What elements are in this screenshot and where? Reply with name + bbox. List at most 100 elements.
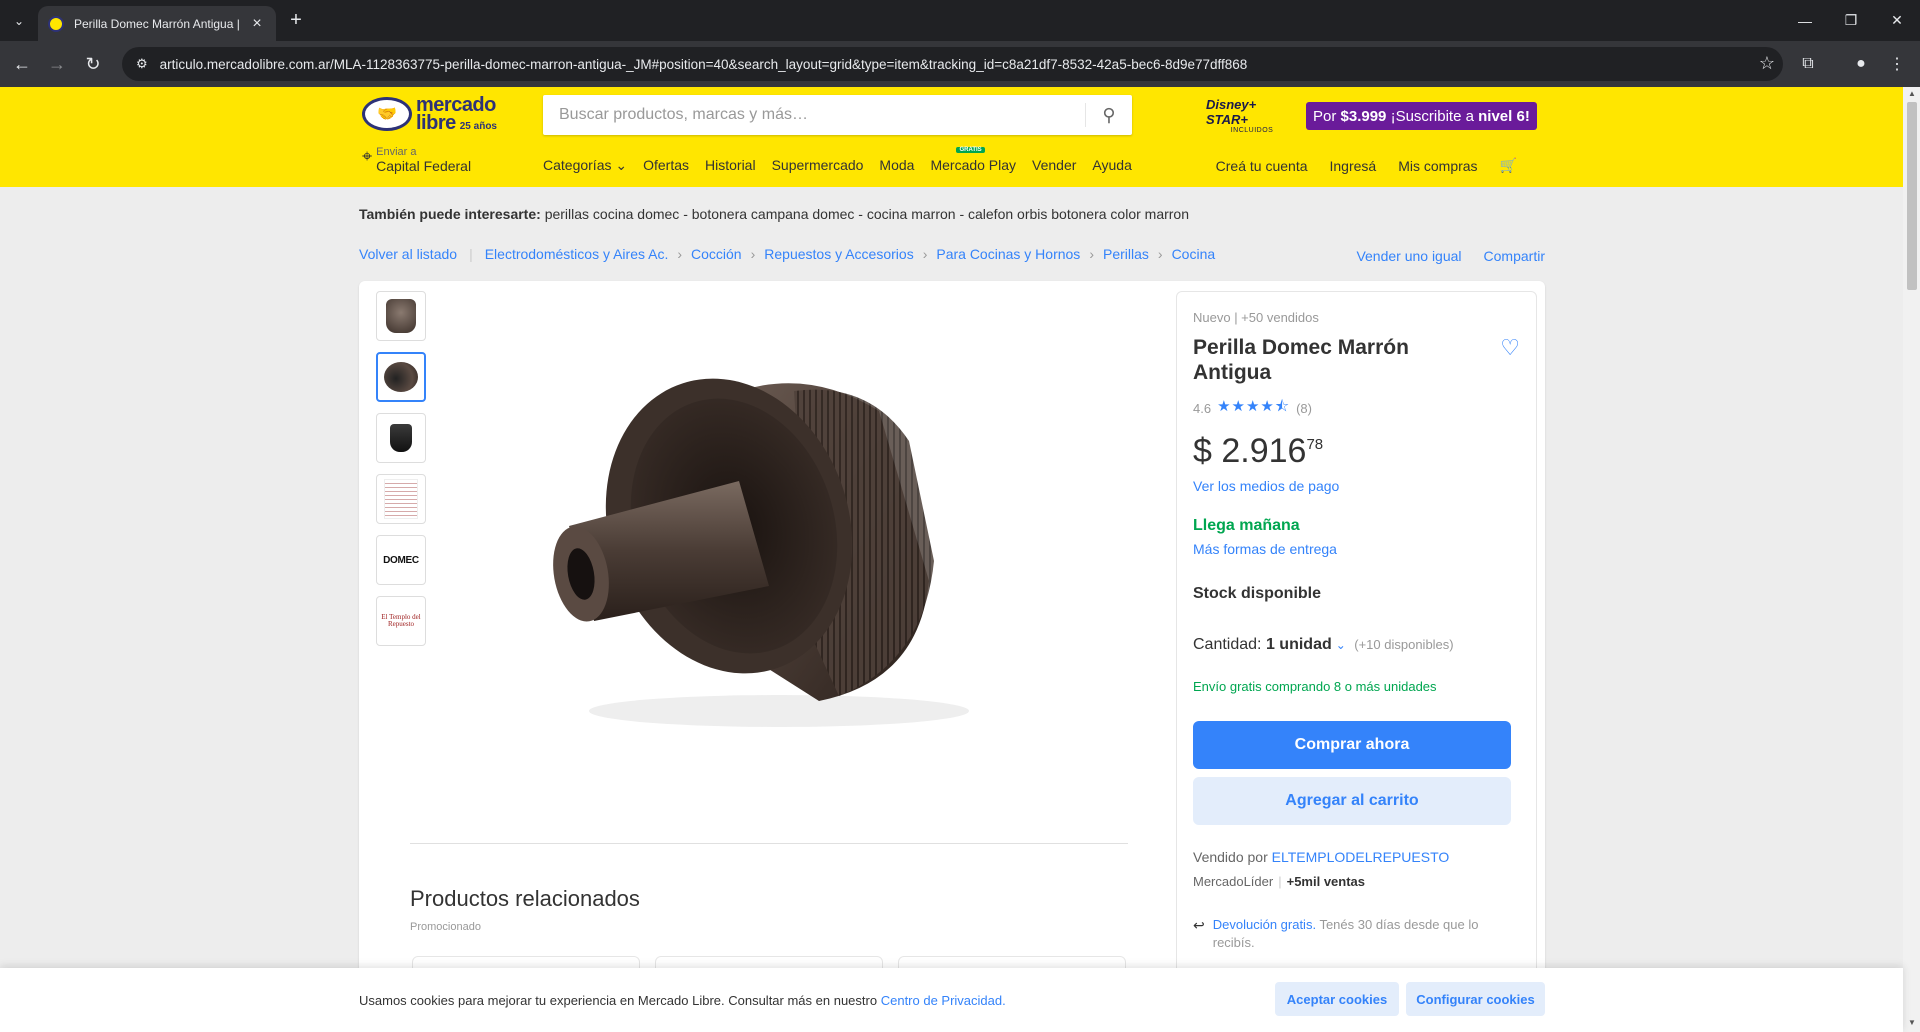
- minimize-icon[interactable]: —: [1782, 0, 1828, 41]
- seller-name-link[interactable]: ELTEMPLODELREPUESTO: [1272, 849, 1450, 865]
- nav-mercado-play[interactable]: GRATIS Mercado Play: [930, 147, 1016, 174]
- templo-logo-thumbnail: El Templo del Repuesto: [381, 613, 421, 628]
- seller-label: Vendido por: [1193, 849, 1268, 865]
- nav-moda[interactable]: Moda: [879, 157, 914, 174]
- knob-thumbnail-image: [386, 299, 416, 333]
- thumbnail-selected[interactable]: [376, 352, 426, 402]
- breadcrumb-divider: |: [469, 246, 473, 262]
- new-tab-icon[interactable]: +: [283, 8, 309, 34]
- promo-banner[interactable]: Por $3.999 ¡Suscribite a nivel 6!: [1306, 102, 1537, 130]
- scroll-up-icon[interactable]: ▲: [1906, 89, 1918, 98]
- scroll-down-icon[interactable]: ▼: [1906, 1018, 1918, 1027]
- back-icon[interactable]: ←: [8, 50, 36, 78]
- rating[interactable]: 4.6 ★★★★⯪ (8): [1193, 396, 1312, 421]
- related-products-subtitle: Promocionado: [410, 921, 481, 933]
- location-selector[interactable]: ⌖ Enviar a Capital Federal: [362, 146, 471, 174]
- more-delivery-link[interactable]: Más formas de entrega: [1193, 541, 1337, 557]
- payment-methods-link[interactable]: Ver los medios de pago: [1193, 478, 1339, 494]
- knob-thumbnail-image: [384, 362, 418, 392]
- nav-categorias[interactable]: Categorías ⌄: [543, 157, 627, 174]
- nav-historial[interactable]: Historial: [705, 157, 756, 174]
- nav-supermercado[interactable]: Supermercado: [772, 157, 864, 174]
- breadcrumb: Volver al listado | Electrodomésticos y …: [359, 246, 1215, 262]
- search-icon[interactable]: ⚲: [1086, 95, 1132, 135]
- main-product-image[interactable]: [539, 331, 989, 741]
- rating-stars-icon: ★★★★⯪: [1217, 398, 1291, 415]
- thumbnail[interactable]: El Templo del Repuesto: [376, 596, 426, 646]
- breadcrumb-item[interactable]: Electrodomésticos y Aires Ac.: [485, 246, 669, 262]
- bookmark-star-icon[interactable]: ☆: [1759, 53, 1775, 74]
- location-label: Enviar a: [376, 146, 417, 158]
- chevron-right-icon: ›: [922, 246, 928, 262]
- login-link[interactable]: Ingresá: [1330, 158, 1377, 174]
- back-to-listing-link[interactable]: Volver al listado: [359, 246, 457, 262]
- product-title: Perilla Domec Marrón Antigua: [1193, 336, 1409, 385]
- configure-cookies-button[interactable]: Configurar cookies: [1406, 982, 1545, 1016]
- search-input[interactable]: [543, 95, 1085, 135]
- condition-sold: Nuevo | +50 vendidos: [1193, 310, 1319, 325]
- leader-badge: MercadoLíder: [1193, 874, 1274, 889]
- reputation-divider: |: [1278, 874, 1282, 889]
- reload-icon[interactable]: ↻: [79, 50, 107, 78]
- product-card: DOMEC El Templo del Repuesto Productos r…: [359, 281, 1545, 1032]
- tab-title: Perilla Domec Marrón Antigua |: [74, 16, 240, 31]
- logo-line2: libre: [416, 112, 456, 134]
- stock-status: Stock disponible: [1193, 585, 1322, 602]
- promo-prefix: Por: [1313, 107, 1337, 125]
- address-bar[interactable]: ⚙ articulo.mercadolibre.com.ar/MLA-11283…: [122, 47, 1783, 81]
- thumbnail[interactable]: [376, 291, 426, 341]
- breadcrumb-item[interactable]: Repuestos y Accesorios: [764, 246, 913, 262]
- create-account-link[interactable]: Creá tu cuenta: [1216, 158, 1308, 174]
- extensions-icon[interactable]: ⧉: [1794, 50, 1822, 78]
- location-pin-icon: ⌖: [362, 146, 373, 166]
- nav-ayuda[interactable]: Ayuda: [1092, 157, 1131, 174]
- nav-ofertas[interactable]: Ofertas: [643, 157, 689, 174]
- quantity-selector[interactable]: Cantidad: 1 unidad ⌄ (+10 disponibles): [1193, 636, 1454, 654]
- user-nav: Creá tu cuenta Ingresá Mis compras 🛒: [1194, 157, 1517, 174]
- thumbnail[interactable]: DOMEC: [376, 535, 426, 585]
- knob-thumbnail-image: [390, 424, 412, 452]
- close-window-icon[interactable]: ✕: [1874, 0, 1920, 41]
- accept-cookies-button[interactable]: Aceptar cookies: [1275, 982, 1399, 1016]
- mercadolibre-logo[interactable]: 🤝 mercado libre 25 años: [362, 95, 497, 134]
- thumbnail[interactable]: [376, 413, 426, 463]
- breadcrumb-item[interactable]: Para Cocinas y Hornos: [936, 246, 1080, 262]
- profile-icon[interactable]: ●: [1847, 50, 1875, 78]
- search-box: ⚲: [543, 95, 1132, 135]
- disney-star-banner[interactable]: Disney+ STAR+ INCLUIDOS: [1206, 97, 1298, 134]
- close-tab-icon[interactable]: ×: [248, 15, 266, 33]
- price-integer: 2.916: [1221, 432, 1307, 470]
- nav-vender[interactable]: Vender: [1032, 157, 1076, 174]
- breadcrumb-item[interactable]: Cocina: [1172, 246, 1216, 262]
- return-arrow-icon: ↩: [1193, 917, 1205, 933]
- breadcrumb-item[interactable]: Perillas: [1103, 246, 1149, 262]
- disney-included-text: INCLUIDOS: [1230, 126, 1274, 134]
- share-link[interactable]: Compartir: [1484, 248, 1545, 264]
- cart-icon[interactable]: 🛒: [1500, 157, 1517, 174]
- browser-menu-icon[interactable]: ⋮: [1883, 50, 1911, 78]
- thumbnail[interactable]: [376, 474, 426, 524]
- chevron-right-icon: ›: [750, 246, 756, 262]
- browser-tab[interactable]: Perilla Domec Marrón Antigua | ×: [38, 6, 276, 41]
- url-text[interactable]: articulo.mercadolibre.com.ar/MLA-1128363…: [160, 57, 1248, 72]
- document-thumbnail-image: [384, 479, 418, 519]
- restore-icon[interactable]: ❐: [1828, 0, 1874, 41]
- site-info-icon[interactable]: ⚙: [136, 56, 148, 72]
- free-return-link[interactable]: Devolución gratis.: [1213, 917, 1316, 932]
- scrollbar-thumb[interactable]: [1907, 102, 1917, 290]
- favorite-heart-icon[interactable]: ♡: [1500, 335, 1520, 361]
- cookie-banner: Usamos cookies para mejorar tu experienc…: [0, 968, 1903, 1032]
- buy-now-button[interactable]: Comprar ahora: [1193, 721, 1511, 769]
- forward-icon[interactable]: →: [43, 50, 71, 78]
- tab-search-chevron-icon[interactable]: ⌄: [6, 8, 32, 34]
- arrival-info: Llega mañana: [1193, 517, 1300, 534]
- related-searches-text[interactable]: perillas cocina domec - botonera campana…: [545, 206, 1189, 222]
- privacy-center-link[interactable]: Centro de Privacidad.: [881, 993, 1006, 1008]
- chevron-down-icon: ⌄: [1335, 638, 1346, 652]
- price-cents: 78: [1306, 436, 1324, 453]
- sell-same-link[interactable]: Vender uno igual: [1356, 248, 1461, 264]
- breadcrumb-item[interactable]: Cocción: [691, 246, 742, 262]
- mercadolibre-favicon-icon: [48, 15, 64, 32]
- add-to-cart-button[interactable]: Agregar al carrito: [1193, 777, 1511, 825]
- my-purchases-link[interactable]: Mis compras: [1398, 158, 1477, 174]
